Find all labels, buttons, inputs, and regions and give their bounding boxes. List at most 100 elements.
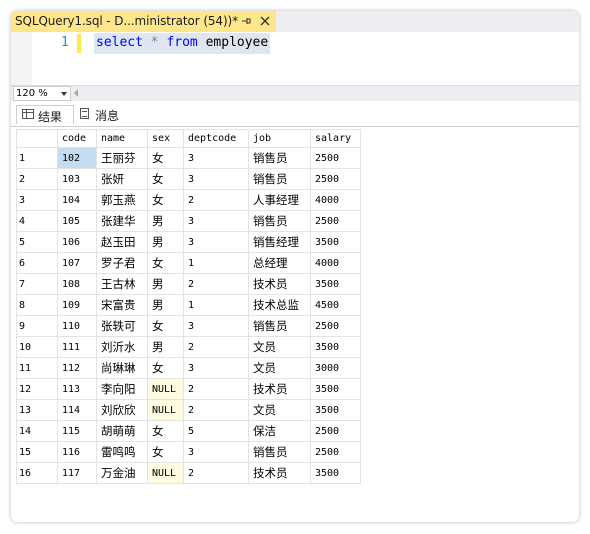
cell-salary[interactable]: 3500 (310, 378, 361, 400)
cell-job[interactable]: 技术员 (248, 378, 311, 400)
row-number-cell[interactable]: 8 (16, 294, 58, 316)
cell-name[interactable]: 胡萌萌 (96, 420, 148, 442)
row-number-cell[interactable]: 16 (16, 462, 58, 484)
table-row[interactable]: 12 113 李向阳 NULL 2 技术员 3500 (16, 378, 361, 400)
cell-code[interactable]: 104 (57, 189, 97, 211)
cell-job[interactable]: 文员 (248, 336, 311, 358)
cell-deptcode[interactable]: 2 (183, 399, 249, 421)
table-row[interactable]: 11 112 尚琳琳女 3 文员 3000 (16, 357, 361, 379)
cell-sex[interactable]: 女 (147, 357, 184, 379)
row-number-cell[interactable]: 14 (16, 420, 58, 442)
cell-deptcode[interactable]: 3 (183, 210, 249, 232)
cell-code[interactable]: 116 (57, 441, 97, 463)
table-row[interactable]: 15 116 雷鸣鸣女 3 销售员 2500 (16, 441, 361, 463)
cell-sex[interactable]: 女 (147, 420, 184, 442)
cell-deptcode[interactable]: 2 (183, 189, 249, 211)
cell-code[interactable]: 102 (57, 147, 97, 169)
cell-deptcode[interactable]: 5 (183, 420, 249, 442)
tab-results[interactable]: 结果 (16, 105, 74, 124)
cell-salary[interactable]: 2500 (310, 441, 361, 463)
cell-sex[interactable]: 女 (147, 168, 184, 190)
cell-salary[interactable]: 3500 (310, 462, 361, 484)
cell-sex[interactable]: 女 (147, 441, 184, 463)
cell-code[interactable]: 107 (57, 252, 97, 274)
cell-sex[interactable]: 女 (147, 315, 184, 337)
cell-name[interactable]: 张建华 (96, 210, 148, 232)
cell-salary[interactable]: 4500 (310, 294, 361, 316)
cell-code[interactable]: 105 (57, 210, 97, 232)
query-editor[interactable]: 1 select * from employee (11, 32, 579, 85)
cell-name[interactable]: 赵玉田 (96, 231, 148, 253)
row-number-cell[interactable]: 1 (16, 147, 58, 169)
cell-sex[interactable]: 男 (147, 210, 184, 232)
table-row[interactable]: 4 105 张建华男 3 销售员 2500 (16, 210, 361, 232)
row-number-cell[interactable]: 13 (16, 399, 58, 421)
close-icon[interactable] (259, 15, 271, 27)
cell-name[interactable]: 罗子君 (96, 252, 148, 274)
cell-job[interactable]: 技术总监 (248, 294, 311, 316)
column-header-job[interactable]: job (248, 129, 311, 148)
cell-sex[interactable]: NULL (147, 378, 184, 400)
cell-job[interactable]: 技术员 (248, 462, 311, 484)
row-number-cell[interactable]: 10 (16, 336, 58, 358)
cell-sex[interactable]: 男 (147, 273, 184, 295)
cell-code[interactable]: 110 (57, 315, 97, 337)
cell-deptcode[interactable]: 2 (183, 273, 249, 295)
code-line-1[interactable]: select * from employee (94, 33, 271, 54)
cell-sex[interactable]: 女 (147, 147, 184, 169)
cell-salary[interactable]: 3000 (310, 357, 361, 379)
cell-job[interactable]: 技术员 (248, 273, 311, 295)
row-number-cell[interactable]: 15 (16, 441, 58, 463)
cell-sex[interactable]: NULL (147, 399, 184, 421)
document-tab[interactable]: SQLQuery1.sql - D...ministrator (54))* (11, 11, 276, 32)
cell-name[interactable]: 王丽芬 (96, 147, 148, 169)
row-number-cell[interactable]: 12 (16, 378, 58, 400)
cell-sex[interactable]: 男 (147, 294, 184, 316)
cell-job[interactable]: 销售员 (248, 315, 311, 337)
cell-code[interactable]: 103 (57, 168, 97, 190)
table-row[interactable]: 13 114 刘欣欣 NULL 2 文员 3500 (16, 399, 361, 421)
column-header-name[interactable]: name (96, 129, 148, 148)
cell-sex[interactable]: NULL (147, 462, 184, 484)
cell-code[interactable]: 108 (57, 273, 97, 295)
cell-name[interactable]: 尚琳琳 (96, 357, 148, 379)
cell-salary[interactable]: 2500 (310, 420, 361, 442)
table-row[interactable]: 2 103 张妍女 3 销售员 2500 (16, 168, 361, 190)
cell-job[interactable]: 销售员 (248, 210, 311, 232)
table-row[interactable]: 7 108 王古林男 2 技术员 3500 (16, 273, 361, 295)
row-number-cell[interactable]: 11 (16, 357, 58, 379)
cell-sex[interactable]: 男 (147, 231, 184, 253)
cell-deptcode[interactable]: 3 (183, 357, 249, 379)
cell-deptcode[interactable]: 3 (183, 168, 249, 190)
table-row[interactable]: 10 111 刘沂水男 2 文员 3500 (16, 336, 361, 358)
cell-deptcode[interactable]: 1 (183, 294, 249, 316)
row-number-cell[interactable]: 9 (16, 315, 58, 337)
cell-job[interactable]: 保洁 (248, 420, 311, 442)
cell-name[interactable]: 刘沂水 (96, 336, 148, 358)
row-number-cell[interactable]: 4 (16, 210, 58, 232)
pin-icon[interactable] (240, 15, 252, 27)
table-row[interactable]: 8 109 宋富贵男 1 技术总监 4500 (16, 294, 361, 316)
cell-deptcode[interactable]: 1 (183, 252, 249, 274)
cell-name[interactable]: 万金油 (96, 462, 148, 484)
cell-salary[interactable]: 3500 (310, 231, 361, 253)
table-row[interactable]: 5 106 赵玉田男 3 销售经理 3500 (16, 231, 361, 253)
cell-job[interactable]: 人事经理 (248, 189, 311, 211)
row-number-cell[interactable]: 2 (16, 168, 58, 190)
cell-name[interactable]: 宋富贵 (96, 294, 148, 316)
cell-code[interactable]: 109 (57, 294, 97, 316)
cell-sex[interactable]: 女 (147, 189, 184, 211)
cell-job[interactable]: 销售员 (248, 147, 311, 169)
table-row[interactable]: 6 107 罗子君女 1 总经理 4000 (16, 252, 361, 274)
cell-salary[interactable]: 2500 (310, 315, 361, 337)
row-number-cell[interactable]: 5 (16, 231, 58, 253)
column-header-salary[interactable]: salary (310, 129, 361, 148)
cell-name[interactable]: 李向阳 (96, 378, 148, 400)
cell-job[interactable]: 文员 (248, 399, 311, 421)
cell-deptcode[interactable]: 3 (183, 147, 249, 169)
table-row[interactable]: 3 104 郭玉燕女 2 人事经理 4000 (16, 189, 361, 211)
cell-sex[interactable]: 男 (147, 336, 184, 358)
column-header-code[interactable]: code (57, 129, 97, 148)
cell-name[interactable]: 刘欣欣 (96, 399, 148, 421)
cell-code[interactable]: 117 (57, 462, 97, 484)
